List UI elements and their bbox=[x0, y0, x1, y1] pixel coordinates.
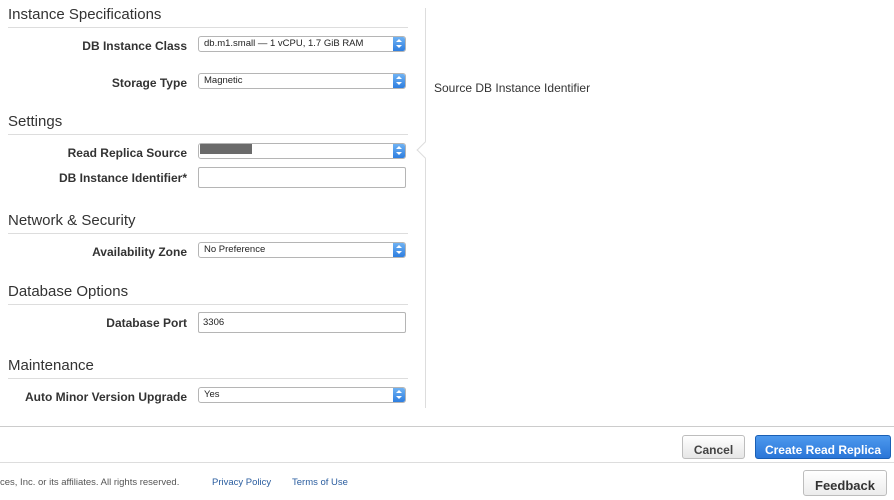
action-bar-divider bbox=[0, 426, 894, 427]
select-arrows-icon bbox=[393, 144, 405, 158]
help-pointer bbox=[416, 141, 434, 159]
database-port-input[interactable]: 3306 bbox=[198, 312, 406, 333]
section-title-network-security: Network & Security bbox=[8, 212, 408, 234]
redacted-value bbox=[200, 144, 252, 155]
section-title-maintenance: Maintenance bbox=[8, 357, 408, 379]
privacy-policy-link[interactable]: Privacy Policy bbox=[212, 477, 271, 488]
terms-of-use-link[interactable]: Terms of Use bbox=[292, 477, 348, 488]
select-arrows-icon bbox=[393, 388, 405, 402]
db-instance-identifier-row: DB Instance Identifier* bbox=[0, 167, 410, 189]
db-instance-identifier-input[interactable] bbox=[198, 167, 406, 188]
storage-type-value: Magnetic bbox=[204, 75, 243, 86]
db-instance-class-value: db.m1.small — 1 vCPU, 1.7 GiB RAM bbox=[204, 38, 364, 49]
availability-zone-row: Availability Zone No Preference bbox=[0, 242, 410, 264]
availability-zone-select[interactable]: No Preference bbox=[198, 242, 406, 258]
availability-zone-label: Availability Zone bbox=[92, 245, 187, 259]
cancel-button[interactable]: Cancel bbox=[682, 435, 745, 459]
select-arrows-icon bbox=[393, 37, 405, 51]
storage-type-row: Storage Type Magnetic bbox=[0, 73, 410, 95]
database-port-row: Database Port 3306 bbox=[0, 312, 410, 334]
section-title-settings: Settings bbox=[8, 113, 408, 135]
help-text: Source DB Instance Identifier bbox=[434, 81, 591, 95]
footer-divider bbox=[0, 462, 894, 463]
db-instance-identifier-label: DB Instance Identifier* bbox=[58, 171, 187, 185]
create-read-replica-button[interactable]: Create Read Replica bbox=[755, 435, 891, 459]
read-replica-source-label: Read Replica Source bbox=[67, 146, 187, 160]
db-instance-class-select[interactable]: db.m1.small — 1 vCPU, 1.7 GiB RAM bbox=[198, 36, 406, 52]
db-instance-class-row: DB Instance Class db.m1.small — 1 vCPU, … bbox=[0, 36, 410, 58]
feedback-button[interactable]: Feedback bbox=[803, 470, 887, 496]
help-panel-divider bbox=[425, 8, 426, 408]
storage-type-select[interactable]: Magnetic bbox=[198, 73, 406, 89]
auto-minor-version-upgrade-value: Yes bbox=[204, 389, 220, 400]
availability-zone-value: No Preference bbox=[204, 244, 266, 255]
select-arrows-icon bbox=[393, 243, 405, 257]
read-replica-source-row: Read Replica Source bbox=[0, 143, 410, 165]
read-replica-source-select[interactable] bbox=[198, 143, 406, 159]
auto-minor-version-upgrade-label: Auto Minor Version Upgrade bbox=[24, 390, 187, 404]
database-port-label: Database Port bbox=[106, 316, 187, 330]
section-title-instance-specifications: Instance Specifications bbox=[8, 6, 408, 28]
storage-type-label: Storage Type bbox=[111, 76, 187, 90]
select-arrows-icon bbox=[393, 74, 405, 88]
db-instance-class-label: DB Instance Class bbox=[82, 39, 187, 53]
auto-minor-version-upgrade-select[interactable]: Yes bbox=[198, 387, 406, 403]
copyright-text: ces, Inc. or its affiliates. All rights … bbox=[0, 477, 180, 488]
section-title-database-options: Database Options bbox=[8, 283, 408, 305]
auto-minor-version-upgrade-row: Auto Minor Version Upgrade Yes bbox=[0, 387, 410, 409]
